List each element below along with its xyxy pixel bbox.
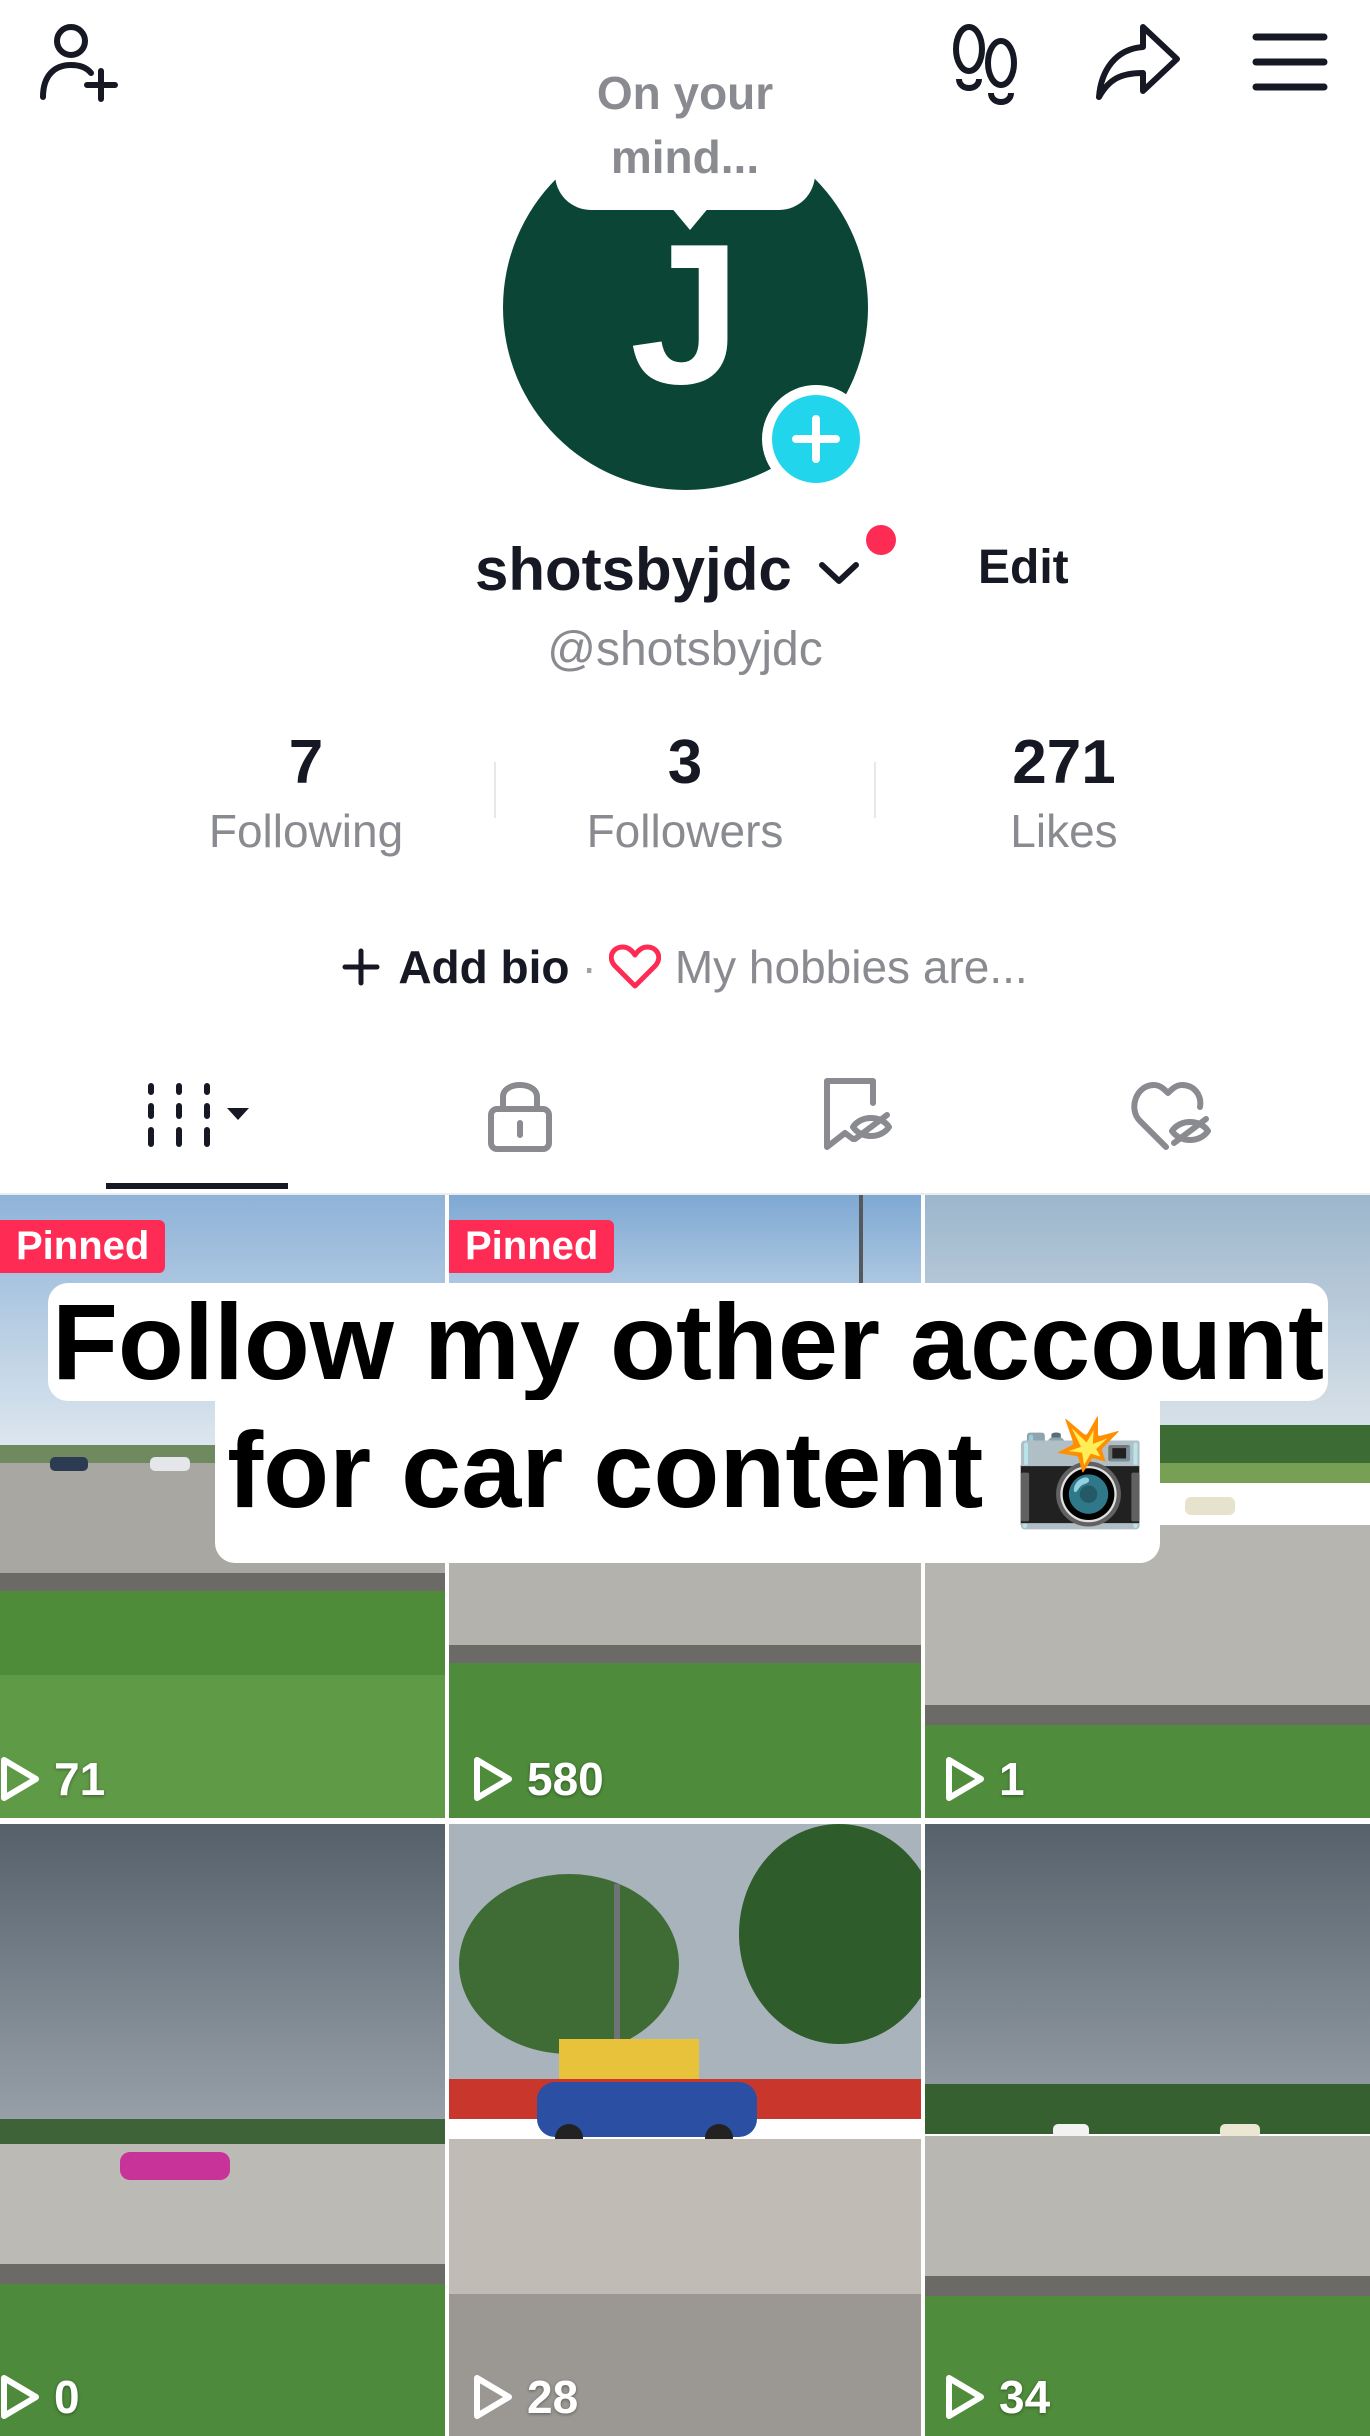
view-count: 71 xyxy=(0,1752,105,1806)
hobbies-placeholder: My hobbies are... xyxy=(674,941,1028,993)
liked-hidden-icon xyxy=(1131,1082,1211,1150)
stat-likes[interactable]: 271 Likes xyxy=(874,725,1254,861)
edit-button[interactable]: Edit xyxy=(978,540,1069,595)
view-count: 34 xyxy=(945,2370,1050,2424)
overlay-text-line-2: for car content 📸 xyxy=(215,1400,1160,1563)
stat-value: 271 xyxy=(1012,728,1116,797)
username: shotsbyjdc xyxy=(475,536,792,603)
play-icon xyxy=(946,2375,984,2419)
video-thumbnail[interactable]: 0 xyxy=(0,1824,445,2436)
stat-value: 3 xyxy=(667,728,703,797)
play-icon xyxy=(474,1757,512,1801)
video-scene xyxy=(925,1824,1370,2436)
view-count-value: 1 xyxy=(999,1753,1025,1805)
pinned-badge: Pinned xyxy=(449,1220,615,1273)
videos-grid-icon xyxy=(148,1083,249,1147)
view-count-value: 580 xyxy=(527,1753,604,1805)
heart-icon xyxy=(608,944,661,989)
stat-label: Likes xyxy=(1010,805,1118,857)
stat-label: Followers xyxy=(586,805,784,857)
chevron-down-icon xyxy=(819,562,860,585)
bookmark-hidden-icon xyxy=(824,1078,892,1150)
footprints-icon[interactable] xyxy=(942,14,1032,110)
active-tab-indicator xyxy=(106,1183,288,1189)
stat-following[interactable]: 7 Following xyxy=(116,725,496,861)
view-count: 0 xyxy=(0,2370,80,2424)
view-count: 28 xyxy=(473,2370,578,2424)
view-count-value: 34 xyxy=(999,2371,1051,2423)
stat-value: 7 xyxy=(288,728,324,797)
play-icon xyxy=(946,1757,984,1801)
tab-liked[interactable] xyxy=(1095,1070,1255,1160)
bubble-tail-icon xyxy=(665,200,715,230)
view-count-value: 71 xyxy=(54,1753,106,1805)
bio-row: Add bio · My hobbies are... xyxy=(0,940,1370,994)
handle: @shotsbyjdc xyxy=(547,623,823,676)
tab-saved[interactable] xyxy=(775,1070,935,1160)
share-icon[interactable] xyxy=(1090,14,1186,110)
add-avatar-button[interactable] xyxy=(762,385,870,493)
separator: · xyxy=(581,941,597,993)
menu-icon[interactable] xyxy=(1242,14,1338,110)
video-thumbnail[interactable]: 34 xyxy=(925,1824,1370,2436)
plus-icon xyxy=(342,948,380,986)
view-count-value: 28 xyxy=(527,2371,579,2423)
pinned-badge: Pinned xyxy=(0,1220,166,1273)
play-icon xyxy=(1,1757,39,1801)
tab-videos[interactable] xyxy=(106,1070,288,1160)
tab-private[interactable] xyxy=(440,1070,600,1160)
stat-followers[interactable]: 3 Followers xyxy=(495,725,875,861)
lock-icon xyxy=(488,1082,552,1152)
overlay-text-line-1: Follow my other account xyxy=(48,1283,1328,1401)
view-count-value: 0 xyxy=(54,2371,80,2423)
video-thumbnail[interactable]: 28 xyxy=(449,1824,921,2436)
mind-bubble[interactable]: On your mind... xyxy=(555,55,815,210)
view-count: 580 xyxy=(473,1752,604,1806)
add-bio-button[interactable]: Add bio xyxy=(342,940,570,994)
play-icon xyxy=(1,2375,39,2419)
add-bio-label: Add bio xyxy=(398,941,570,993)
video-scene xyxy=(449,1824,921,2436)
add-friend-icon[interactable] xyxy=(30,14,126,110)
video-scene xyxy=(0,1824,445,2436)
username-switcher[interactable]: shotsbyjdc xyxy=(475,535,862,604)
view-count: 1 xyxy=(945,1752,1025,1806)
hobbies-prompt[interactable]: My hobbies are... xyxy=(608,940,1028,994)
stat-label: Following xyxy=(208,805,404,857)
mind-bubble-text: On your mind... xyxy=(596,67,774,183)
play-icon xyxy=(474,2375,512,2419)
notification-dot xyxy=(866,525,896,555)
plus-icon xyxy=(792,415,840,463)
